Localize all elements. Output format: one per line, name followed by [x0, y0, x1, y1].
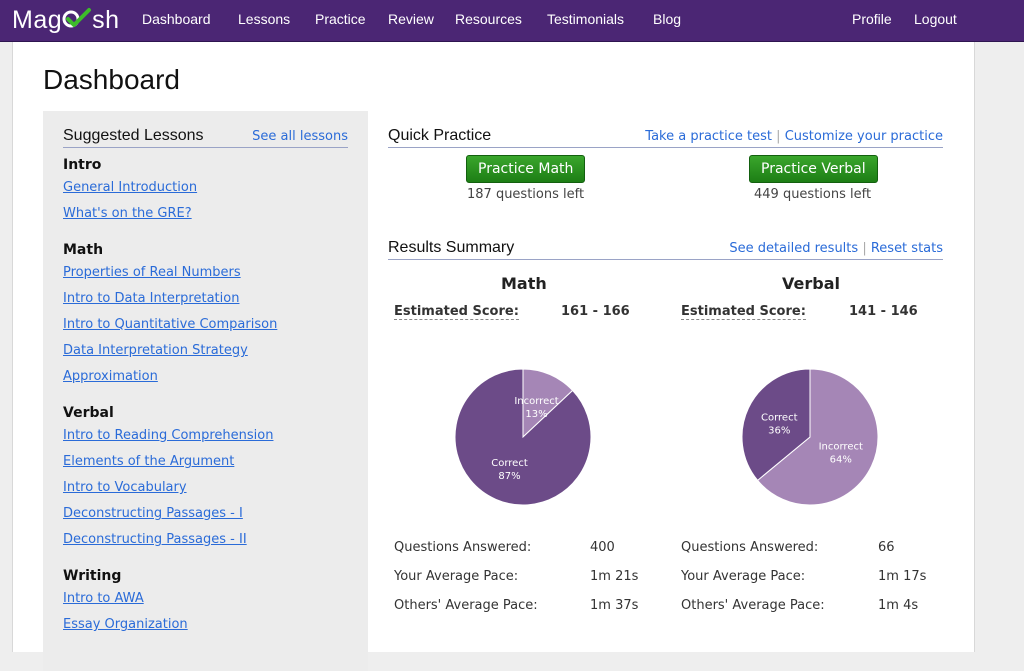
nav-dashboard[interactable]: Dashboard: [142, 11, 211, 27]
quick-practice-header: Quick Practice Take a practice test | Cu…: [388, 127, 943, 148]
main-content: Dashboard Suggested Lessons See all less…: [12, 42, 975, 671]
magoosh-logo[interactable]: Mag sh: [12, 5, 120, 35]
verbal-estimated-score-value: 141 - 146: [849, 304, 918, 319]
verbal-pie-chart: Incorrect 64% Correct 36%: [741, 368, 879, 506]
nav-profile[interactable]: Profile: [852, 11, 892, 27]
pie-percent-incorrect: 13%: [525, 409, 547, 420]
results-summary-header: Results Summary See detailed results | R…: [388, 239, 943, 260]
nav-lessons[interactable]: Lessons: [238, 11, 290, 27]
verbal-questions-left: 449 questions left: [754, 187, 872, 202]
math-questions-left: 187 questions left: [467, 187, 585, 202]
nav-logout[interactable]: Logout: [914, 11, 957, 27]
lesson-link[interactable]: Deconstructing Passages - I: [63, 506, 243, 521]
category-intro: Intro: [63, 157, 102, 173]
pie-label-correct: Correct: [491, 458, 528, 469]
quick-practice-links: Take a practice test | Customize your pr…: [645, 129, 943, 144]
pie-label-incorrect: Incorrect: [514, 396, 558, 407]
lesson-link[interactable]: General Introduction: [63, 180, 197, 195]
suggested-lessons-title: Suggested Lessons: [63, 127, 204, 144]
verbal-others-pace-label: Others' Average Pace:: [681, 598, 825, 613]
math-pie-chart: Incorrect 13% Correct 87%: [454, 368, 592, 506]
suggested-lessons-panel: Suggested Lessons See all lessons Intro …: [43, 111, 368, 671]
verbal-column-title: Verbal: [782, 274, 840, 293]
lesson-link[interactable]: Intro to Vocabulary: [63, 480, 187, 495]
lesson-link[interactable]: What's on the GRE?: [63, 206, 192, 221]
lesson-link[interactable]: Essay Organization: [63, 617, 188, 632]
verbal-others-pace-value: 1m 4s: [878, 598, 919, 613]
pie-percent-correct: 87%: [498, 471, 520, 482]
category-verbal: Verbal: [63, 405, 114, 421]
verbal-pace-label: Your Average Pace:: [681, 569, 806, 584]
quick-practice-title: Quick Practice: [388, 127, 492, 144]
practice-verbal-button[interactable]: Practice Verbal: [749, 155, 878, 183]
link-separator: |: [862, 241, 867, 256]
see-detailed-results-link[interactable]: See detailed results: [729, 241, 858, 256]
pie-label-correct: Correct: [761, 413, 798, 424]
link-separator: |: [776, 129, 781, 144]
pie-percent-correct: 36%: [768, 426, 790, 437]
lesson-link[interactable]: Approximation: [63, 369, 158, 384]
practice-math-button[interactable]: Practice Math: [466, 155, 586, 183]
take-practice-test-link[interactable]: Take a practice test: [645, 129, 772, 144]
lesson-link[interactable]: Properties of Real Numbers: [63, 265, 241, 280]
nav-blog[interactable]: Blog: [653, 11, 681, 27]
lesson-link[interactable]: Intro to Quantitative Comparison: [63, 317, 277, 332]
math-others-pace-value: 1m 37s: [590, 598, 639, 613]
lesson-link[interactable]: Intro to Data Interpretation: [63, 291, 239, 306]
checkmark-logo-icon: [62, 6, 92, 36]
lesson-link[interactable]: Intro to Reading Comprehension: [63, 428, 273, 443]
pie-percent-incorrect: 64%: [830, 454, 852, 465]
nav-testimonials[interactable]: Testimonials: [547, 11, 624, 27]
top-nav-bar: Mag sh Dashboard Lessons Practice Review …: [0, 0, 1024, 42]
verbal-questions-answered-label: Questions Answered:: [681, 540, 819, 555]
math-column-title: Math: [501, 274, 547, 293]
math-questions-answered-value: 400: [590, 540, 615, 555]
nav-review[interactable]: Review: [388, 11, 434, 27]
math-pace-label: Your Average Pace:: [394, 569, 519, 584]
verbal-questions-answered-value: 66: [878, 540, 895, 555]
math-others-pace-label: Others' Average Pace:: [394, 598, 538, 613]
reset-stats-link[interactable]: Reset stats: [871, 241, 943, 256]
results-links: See detailed results | Reset stats: [729, 241, 943, 256]
lesson-link[interactable]: Intro to AWA: [63, 591, 144, 606]
verbal-pace-value: 1m 17s: [878, 569, 927, 584]
lesson-link[interactable]: Elements of the Argument: [63, 454, 234, 469]
page-title: Dashboard: [43, 64, 180, 95]
category-writing: Writing: [63, 568, 122, 584]
lesson-link[interactable]: Deconstructing Passages - II: [63, 532, 247, 547]
results-summary-title: Results Summary: [388, 239, 515, 256]
verbal-estimated-score-label[interactable]: Estimated Score:: [681, 304, 806, 320]
math-pace-value: 1m 21s: [590, 569, 639, 584]
math-estimated-score-value: 161 - 166: [561, 304, 630, 319]
nav-practice[interactable]: Practice: [315, 11, 366, 27]
customize-practice-link[interactable]: Customize your practice: [785, 129, 943, 144]
suggested-lessons-header: Suggested Lessons See all lessons: [63, 127, 348, 148]
category-math: Math: [63, 242, 104, 258]
math-estimated-score-label[interactable]: Estimated Score:: [394, 304, 519, 320]
nav-resources[interactable]: Resources: [455, 11, 522, 27]
math-questions-answered-label: Questions Answered:: [394, 540, 532, 555]
pie-label-incorrect: Incorrect: [819, 441, 863, 452]
see-all-lessons-link[interactable]: See all lessons: [252, 129, 348, 144]
lesson-link[interactable]: Data Interpretation Strategy: [63, 343, 248, 358]
